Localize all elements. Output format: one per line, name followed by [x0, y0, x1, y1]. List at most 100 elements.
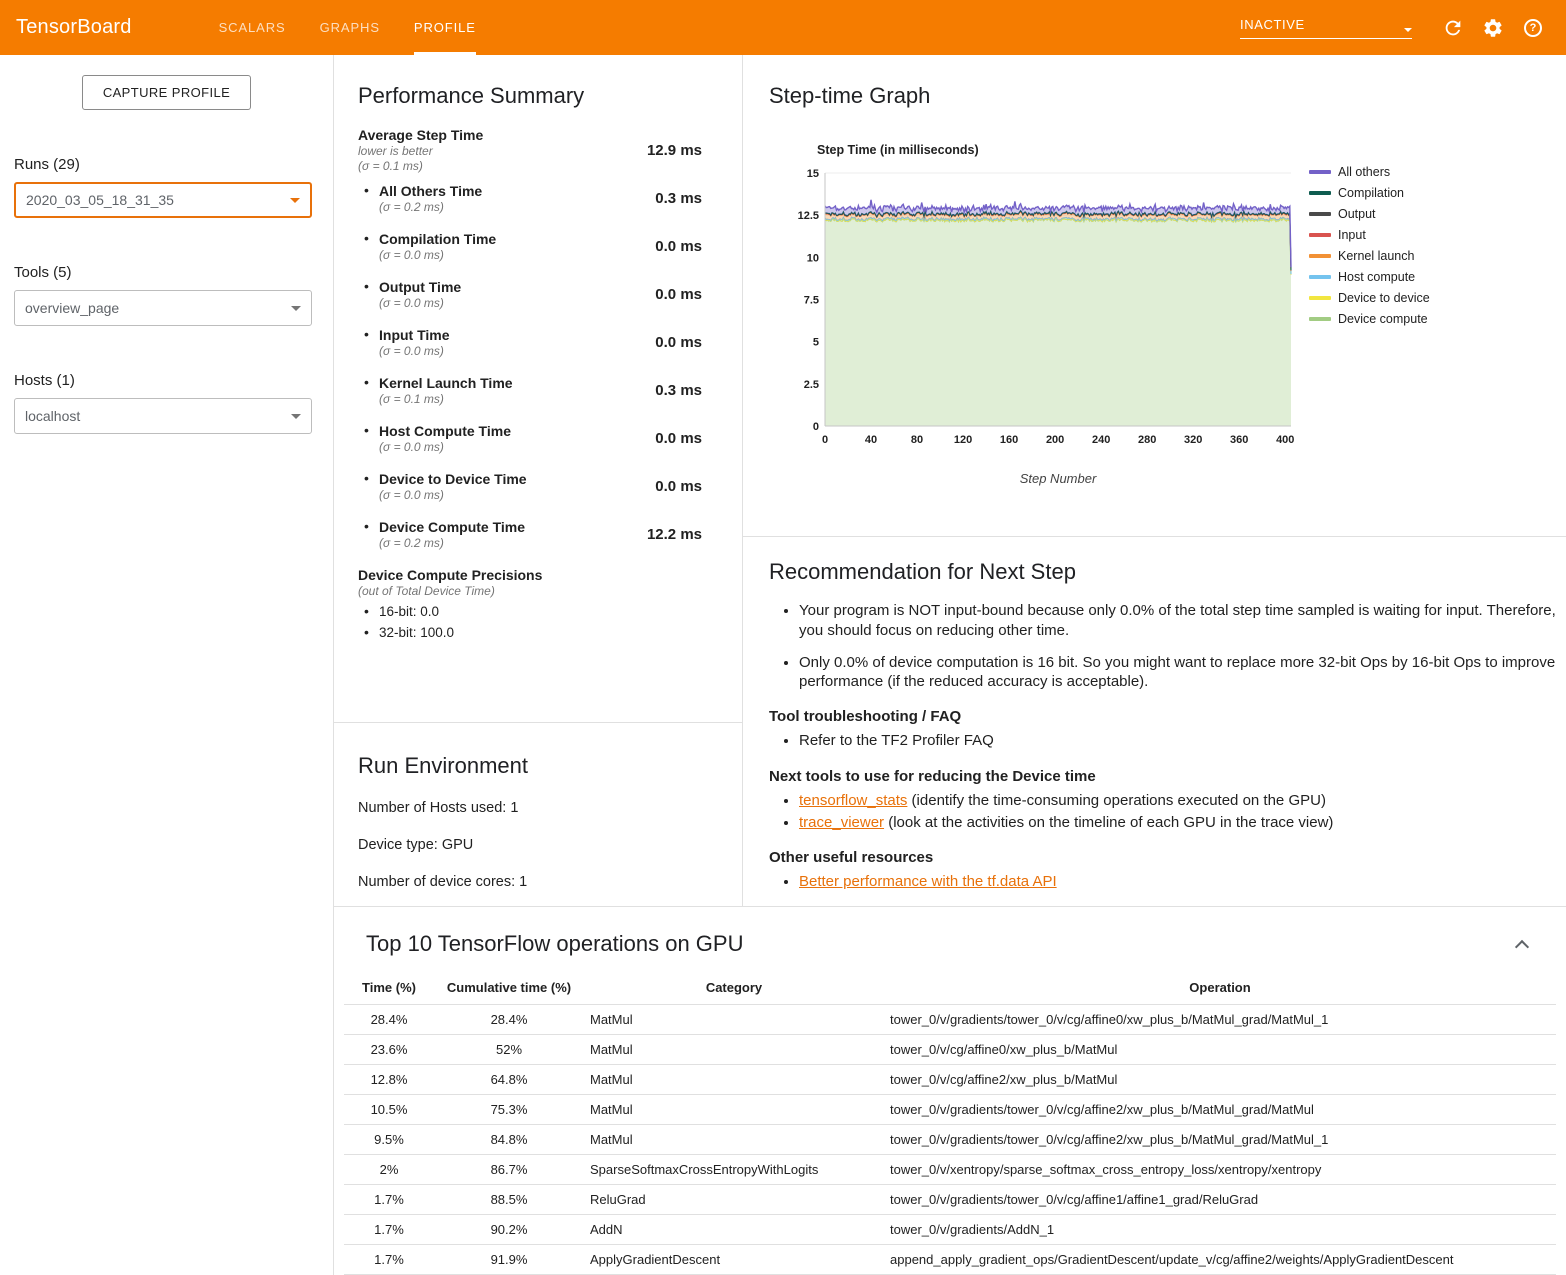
- legend-label: Compilation: [1338, 186, 1404, 200]
- cell-operation: tower_0/v/gradients/tower_0/v/cg/affine1…: [884, 1185, 1556, 1215]
- recommendation-bullet: Your program is NOT input-bound because …: [799, 601, 1559, 641]
- metric-label: Input Time: [379, 327, 450, 343]
- hosts-label: Hosts (1): [14, 372, 333, 389]
- chart-legend: All others Compilation Output Input Kern…: [1309, 143, 1479, 486]
- recommendation-bullets: Your program is NOT input-bound because …: [769, 601, 1559, 692]
- svg-text:320: 320: [1184, 434, 1202, 446]
- cell-operation: tower_0/v/gradients/tower_0/v/cg/affine2…: [884, 1125, 1556, 1155]
- legend-swatch: [1309, 233, 1331, 237]
- tools-dropdown-value: overview_page: [25, 300, 119, 316]
- hosts-dropdown[interactable]: localhost: [14, 398, 312, 434]
- svg-text:0: 0: [822, 434, 828, 446]
- cell-category: MatMul: [584, 1035, 884, 1065]
- svg-text:40: 40: [865, 434, 877, 446]
- run-status-dropdown[interactable]: INACTIVE: [1240, 17, 1412, 39]
- step-time-chart-area: Step Time (in milliseconds) 02.557.51012…: [795, 143, 1295, 486]
- legend-swatch: [1309, 191, 1331, 195]
- performance-metric-item: Host Compute Time (σ = 0.0 ms) 0.0 ms: [358, 423, 742, 454]
- cell-time-pct: 10.5%: [344, 1095, 434, 1125]
- collapse-section-button[interactable]: [1510, 932, 1534, 956]
- legend-item: All others: [1309, 161, 1479, 182]
- table-row: 10.5% 75.3% MatMul tower_0/v/gradients/t…: [344, 1095, 1556, 1125]
- topbar-right-controls: INACTIVE ?: [1240, 15, 1546, 41]
- table-row: 1.7% 88.5% ReluGrad tower_0/v/gradients/…: [344, 1185, 1556, 1215]
- svg-text:12.5: 12.5: [798, 210, 819, 222]
- precision-item: 32-bit: 100.0: [358, 625, 742, 640]
- refresh-button[interactable]: [1440, 15, 1466, 41]
- tool-link-suffix: (identify the time-consuming operations …: [907, 792, 1326, 809]
- tool-link-item: trace_viewer (look at the activities on …: [799, 812, 1566, 834]
- legend-label: Device compute: [1338, 312, 1428, 326]
- chart-title: Step Time (in milliseconds): [817, 143, 1295, 157]
- tool-link[interactable]: tensorflow_stats: [799, 792, 907, 809]
- settings-button[interactable]: [1480, 15, 1506, 41]
- legend-item: Compilation: [1309, 182, 1479, 203]
- tab-graphs[interactable]: GRAPHS: [320, 0, 380, 55]
- resource-link[interactable]: Better performance with the tf.data API: [799, 873, 1057, 890]
- metric-label: All Others Time: [379, 183, 482, 199]
- app-title: TensorBoard: [16, 16, 132, 39]
- chart-x-axis-label: Step Number: [825, 471, 1291, 486]
- performance-metric-item: All Others Time (σ = 0.2 ms) 0.3 ms: [358, 183, 742, 214]
- top10-title: Top 10 TensorFlow operations on GPU: [366, 931, 743, 957]
- svg-text:2.5: 2.5: [804, 379, 819, 391]
- precisions-note: (out of Total Device Time): [358, 584, 742, 598]
- cell-cumulative-pct: 86.7%: [434, 1155, 584, 1185]
- metric-value: 12.9 ms: [647, 142, 702, 159]
- metric-sigma: (σ = 0.0 ms): [379, 488, 527, 502]
- cell-operation: tower_0/v/xentropy/sparse_softmax_cross_…: [884, 1155, 1556, 1185]
- cell-cumulative-pct: 64.8%: [434, 1065, 584, 1095]
- recommendation-title: Recommendation for Next Step: [769, 559, 1566, 585]
- cell-time-pct: 1.7%: [344, 1185, 434, 1215]
- capture-profile-button[interactable]: CAPTURE PROFILE: [82, 75, 251, 110]
- cell-category: MatMul: [584, 1125, 884, 1155]
- table-row: 9.5% 84.8% MatMul tower_0/v/gradients/to…: [344, 1125, 1556, 1155]
- help-icon: ?: [1524, 19, 1542, 37]
- faq-item: Refer to the TF2 Profiler FAQ: [799, 730, 1566, 752]
- tools-label: Tools (5): [14, 264, 333, 281]
- refresh-icon: [1442, 17, 1464, 39]
- svg-text:400: 400: [1276, 434, 1294, 446]
- tab-profile[interactable]: PROFILE: [414, 0, 476, 55]
- svg-text:7.5: 7.5: [804, 295, 819, 307]
- metric-label: Device to Device Time: [379, 471, 527, 487]
- run-environment-lines: Number of Hosts used: 1Device type: GPUN…: [358, 800, 742, 890]
- metric-sigma: (σ = 0.0 ms): [379, 248, 496, 262]
- metric-label: Host Compute Time: [379, 423, 511, 439]
- recommendation-section: Recommendation for Next Step Your progra…: [743, 537, 1566, 893]
- chevron-down-icon: [291, 414, 301, 419]
- table-row: 1.7% 90.2% AddN tower_0/v/gradients/AddN…: [344, 1215, 1556, 1245]
- help-button[interactable]: ?: [1520, 15, 1546, 41]
- cell-cumulative-pct: 52%: [434, 1035, 584, 1065]
- metric-value: 12.2 ms: [647, 526, 702, 543]
- table-column-header: Operation: [884, 973, 1556, 1005]
- table-column-header: Category: [584, 973, 884, 1005]
- tool-link[interactable]: trace_viewer: [799, 814, 884, 831]
- chevron-down-icon: [1404, 28, 1412, 32]
- resources-list: Better performance with the tf.data API: [769, 871, 1566, 893]
- cell-operation: tower_0/v/gradients/tower_0/v/cg/affine2…: [884, 1095, 1556, 1125]
- cell-category: ReluGrad: [584, 1185, 884, 1215]
- legend-swatch: [1309, 296, 1331, 300]
- metric-sigma: (σ = 0.2 ms): [379, 200, 482, 214]
- legend-item: Host compute: [1309, 266, 1479, 287]
- cell-category: MatMul: [584, 1095, 884, 1125]
- runs-label: Runs (29): [14, 156, 333, 173]
- cell-operation: tower_0/v/cg/affine0/xw_plus_b/MatMul: [884, 1035, 1556, 1065]
- step-time-graph-section: Step-time Graph Step Time (in millisecon…: [743, 55, 1566, 537]
- cell-category: MatMul: [584, 1005, 884, 1035]
- precision-item-list: 16-bit: 0.032-bit: 100.0: [358, 604, 742, 640]
- tab-scalars[interactable]: SCALARS: [219, 0, 286, 55]
- step-time-chart[interactable]: 02.557.51012.515040801201602002402803203…: [795, 165, 1295, 457]
- chevron-down-icon: [290, 198, 300, 203]
- chevron-up-icon: [1515, 939, 1529, 953]
- runs-dropdown[interactable]: 2020_03_05_18_31_35: [14, 182, 312, 218]
- legend-label: Input: [1338, 228, 1366, 242]
- metric-label: Output Time: [379, 279, 461, 295]
- cell-time-pct: 12.8%: [344, 1065, 434, 1095]
- runs-dropdown-value: 2020_03_05_18_31_35: [26, 192, 174, 208]
- recommendation-bullet: Only 0.0% of device computation is 16 bi…: [799, 653, 1559, 693]
- svg-text:200: 200: [1046, 434, 1064, 446]
- tool-link-suffix: (look at the activities on the timeline …: [884, 814, 1333, 831]
- tools-dropdown[interactable]: overview_page: [14, 290, 312, 326]
